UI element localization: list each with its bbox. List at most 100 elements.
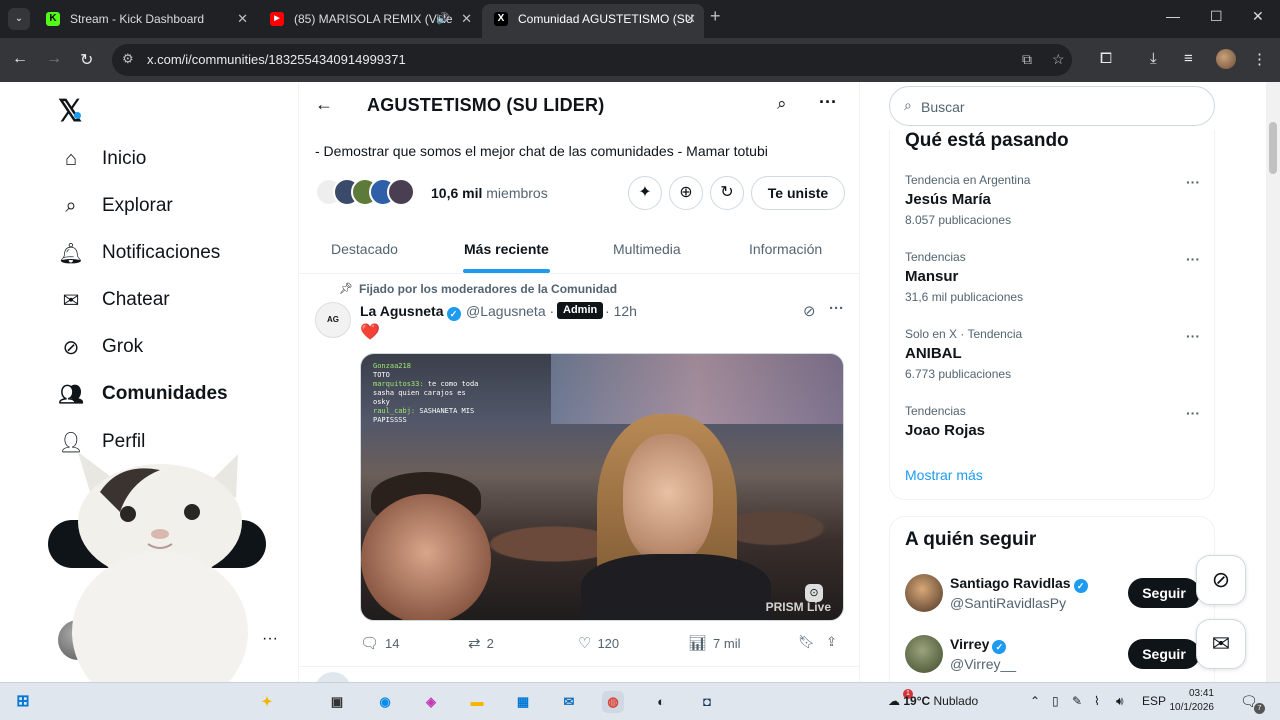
tray-chevron-icon[interactable]: ⌃ (1030, 694, 1040, 708)
trend-more-icon[interactable]: ··· (1186, 174, 1200, 190)
clock[interactable]: 03:41 10/1/2026 (1168, 687, 1215, 715)
joined-button[interactable]: Te uniste (751, 176, 845, 210)
tab-informacion[interactable]: Información (749, 241, 822, 257)
chrome-icon[interactable]: ◍ (602, 691, 624, 713)
sidebar-item-notifications[interactable]: 🔔︎ Notificaciones (58, 233, 220, 273)
copilot-icon[interactable]: ◈ (420, 691, 442, 713)
trend-more-icon[interactable]: ··· (1186, 405, 1200, 421)
app-icon[interactable]: ◘ (696, 691, 718, 713)
install-app-icon[interactable]: ⧉ (1022, 51, 1032, 68)
browser-tab-kick[interactable]: K Stream - Kick Dashboard ✕ (34, 4, 256, 34)
search-input[interactable]: ⌕ Buscar (889, 86, 1215, 126)
grok-floating-icon[interactable]: ⊘ (1196, 555, 1246, 605)
language-indicator[interactable]: ESP (1142, 694, 1166, 708)
follow-suggestion[interactable]: Virrey ✓ @Virrey__ Seguir (905, 635, 1205, 675)
post-author-handle[interactable]: @Lagusneta · (466, 303, 554, 319)
reply-button[interactable]: 🗨︎ 14 (360, 634, 400, 652)
follow-suggestion[interactable]: Santiago Ravidlas ✓ @SantiRavidlasPy Segu… (905, 574, 1205, 614)
close-tab-icon[interactable]: ✕ (237, 4, 248, 34)
close-tab-icon[interactable]: ✕ (461, 4, 472, 34)
trend-item[interactable]: Tendencia en Argentina Jesús María 8.057… (905, 173, 1205, 227)
tab-search-button[interactable]: ⌄ (8, 8, 30, 30)
edge-icon[interactable]: ◉ (374, 691, 396, 713)
browser-profile-avatar[interactable] (1216, 49, 1236, 69)
bookmark-star-icon[interactable]: ☆ (1052, 51, 1065, 68)
sidebar-item-grok[interactable]: ⊘ Grok (58, 327, 144, 367)
forward-icon[interactable]: → (46, 50, 62, 68)
page-scrollbar[interactable] (1266, 82, 1280, 682)
account-more-icon[interactable]: ··· (262, 630, 278, 648)
chrome-menu-icon[interactable]: ⋮ (1252, 50, 1267, 68)
follow-button[interactable]: Seguir (1128, 639, 1200, 669)
verified-badge-icon: ✓ (446, 307, 461, 321)
browser-tab-x-community[interactable]: X Comunidad AGUSTETISMO (SU ✕ (482, 4, 704, 38)
back-icon[interactable]: ← (12, 50, 28, 68)
site-info-icon[interactable]: ⚙ (122, 51, 134, 67)
invite-user-icon[interactable]: ⊕ (669, 176, 703, 210)
post-time[interactable]: · 12h (605, 303, 637, 319)
trend-item[interactable]: Tendencias Mansur 31,6 mil publicaciones (905, 250, 1205, 304)
clock-date: 10/1/2026 (1169, 702, 1215, 713)
share-icon[interactable]: ⇪ (826, 634, 837, 650)
browser-tab-youtube[interactable]: ▶ (85) MARISOLA REMIX (Vide 🔊 ✕ (258, 4, 480, 34)
new-tab-icon[interactable]: + (710, 6, 721, 27)
post-video[interactable]: Gonzaa218 TOTO marquitos33: te como toda… (360, 353, 844, 621)
trend-item[interactable]: Tendencias Joao Rojas (905, 404, 1205, 439)
bookmark-icon[interactable]: 🔖︎ (798, 634, 815, 650)
tray-app-icon[interactable]: ▯ (1052, 694, 1059, 708)
sidebar-item-chat[interactable]: ✉ Chatear (58, 280, 170, 320)
x-page: 𝕏 ⌂ Inicio ⌕ Explorar 🔔︎ Notificaciones … (0, 82, 1280, 682)
speaker-icon[interactable]: 🔊 (436, 4, 450, 34)
file-explorer-icon[interactable]: ▬ (466, 691, 488, 713)
download-icon[interactable]: ⤓ (1150, 50, 1157, 67)
tab-mas-reciente[interactable]: Más reciente (464, 241, 549, 257)
views-button[interactable]: 📊︎ 7 mil (688, 634, 741, 652)
tab-multimedia[interactable]: Multimedia (613, 241, 681, 257)
back-arrow-icon[interactable]: ← (315, 94, 333, 115)
more-options-icon[interactable]: ··· (819, 92, 837, 113)
notifications-toggle-icon[interactable]: ↻ (710, 176, 744, 210)
tray-pen-icon[interactable]: ✎ (1072, 694, 1082, 708)
weather-widget[interactable]: ☁ 19°C Nublado (888, 694, 978, 708)
sidebar-item-communities[interactable]: 👥︎ Comunidades (58, 374, 227, 414)
like-button[interactable]: ♡ 120 (578, 634, 619, 652)
outlook-icon[interactable]: ✉ (558, 691, 580, 713)
grok-sparkle-icon[interactable]: ✦ (628, 176, 662, 210)
cat-overlay-image (72, 452, 248, 682)
volume-icon[interactable]: 🔊︎ (1116, 694, 1124, 709)
grok-explain-icon[interactable]: ⊘ (803, 302, 816, 320)
post-author-avatar[interactable]: AG (315, 302, 351, 338)
trend-more-icon[interactable]: ··· (1186, 251, 1200, 267)
extensions-icon[interactable]: ⧠ (1100, 50, 1112, 67)
wifi-icon[interactable]: ⌇ (1094, 694, 1100, 708)
scrollbar-thumb[interactable] (1269, 122, 1277, 174)
follow-button[interactable]: Seguir (1128, 578, 1200, 608)
tab-title: Comunidad AGUSTETISMO (SU (518, 12, 694, 26)
maximize-icon[interactable]: ☐ (1210, 8, 1223, 25)
task-view-icon[interactable]: ▣ (326, 691, 348, 713)
members-count[interactable]: 10,6 mil miembros (431, 185, 548, 201)
windows-start-icon[interactable]: ⊞ (12, 691, 34, 713)
reload-icon[interactable]: ↻ (80, 50, 93, 70)
close-tab-icon[interactable]: ✕ (685, 4, 696, 34)
messages-floating-icon[interactable]: ✉ (1196, 619, 1246, 669)
sidebar-item-home[interactable]: ⌂ Inicio (58, 139, 146, 179)
media-control-icon[interactable]: ≡ (1184, 50, 1193, 67)
show-more-link[interactable]: Mostrar más (905, 467, 983, 483)
chat-line: TOTO (373, 371, 390, 379)
close-window-icon[interactable]: ✕ (1252, 8, 1264, 25)
address-bar[interactable]: ⚙ x.com/i/communities/183255434091499937… (112, 44, 1072, 76)
post-author-name[interactable]: La Agusneta ✓ (360, 303, 461, 321)
trend-item[interactable]: Solo en X · Tendencia ANIBAL 6.773 publi… (905, 327, 1205, 381)
repost-button[interactable]: ⇄ 2 (468, 634, 494, 652)
copilot-sparkle-icon[interactable]: ✦ (256, 691, 278, 713)
trend-more-icon[interactable]: ··· (1186, 328, 1200, 344)
obs-icon[interactable]: ◐ (650, 691, 672, 713)
search-icon[interactable]: ⌕ (777, 94, 787, 114)
post-more-icon[interactable]: ··· (829, 300, 844, 317)
tab-destacado[interactable]: Destacado (331, 241, 398, 257)
minimize-icon[interactable]: — (1166, 8, 1180, 24)
next-post-avatar[interactable] (315, 672, 351, 682)
store-icon[interactable]: ▦ (512, 691, 534, 713)
sidebar-item-explore[interactable]: ⌕ Explorar (58, 186, 172, 226)
